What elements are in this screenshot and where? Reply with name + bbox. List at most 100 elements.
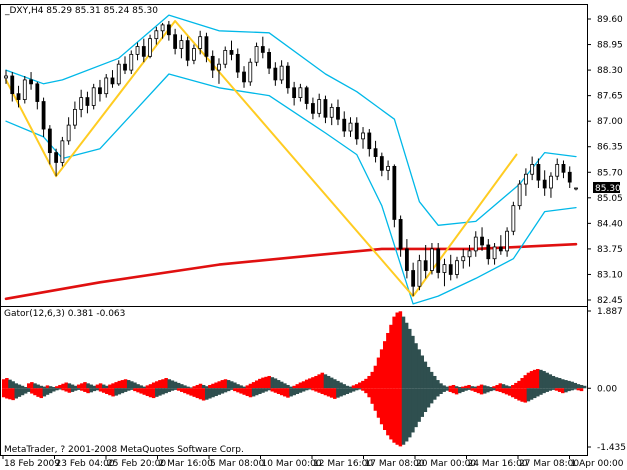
gator-lower-bar — [67, 388, 72, 393]
candle-body — [311, 103, 315, 114]
gator-upper-bar — [155, 381, 159, 389]
gator-upper-bar — [404, 322, 409, 389]
gator-upper-bar — [417, 349, 421, 389]
gator-upper-bar — [336, 380, 340, 389]
gator-lower-bar — [83, 388, 87, 392]
candle-body — [505, 230, 509, 252]
gator-lower-bar — [270, 388, 275, 392]
gator-lower-bar — [251, 388, 256, 397]
time-x-axis: 18 Feb 200923 Feb 04:0025 Feb 20:002 Mar… — [2, 455, 624, 469]
price-tick-label: 86.35 — [597, 143, 623, 153]
current-price-tag: 85.30 — [593, 181, 621, 194]
copyright-watermark: MetaTrader, ? 2001-2008 MetaQuotes Softw… — [4, 445, 244, 455]
gator-upper-bar — [164, 378, 168, 389]
gator-lower-bar — [379, 388, 384, 425]
gator-lower-bar — [33, 388, 37, 396]
gator-lower-bar — [498, 388, 503, 392]
gator-upper-bar — [170, 380, 175, 389]
gator-lower-bar — [42, 388, 47, 397]
gator-lower-bar — [261, 388, 265, 393]
gator-upper-bar — [339, 382, 343, 389]
gator-lower-bar — [70, 388, 75, 392]
gator-lower-bar — [164, 388, 168, 394]
gator-lower-bar — [233, 388, 237, 392]
gator-upper-bar — [333, 379, 337, 389]
gator-upper-bar — [101, 384, 106, 389]
candle — [116, 60, 121, 86]
candle — [392, 164, 397, 228]
gator-lower-bar — [398, 388, 403, 447]
x-tick-label: 25 Feb 20:00 — [107, 459, 166, 469]
candle-body — [210, 55, 215, 71]
gator-upper-bar — [526, 372, 531, 389]
gator-upper-bar — [398, 311, 403, 389]
gator-upper-bar — [495, 384, 499, 389]
gator-upper-bar — [329, 377, 334, 389]
candle-body — [442, 264, 447, 273]
gator-lower-bar — [114, 388, 118, 396]
gator-lower-bar — [214, 388, 218, 397]
candle-body — [60, 140, 65, 163]
gator-upper-bar — [105, 385, 109, 389]
gator-lower-bar — [557, 388, 562, 392]
gator-upper-bar — [304, 379, 309, 389]
gator-lower-bar — [36, 388, 40, 397]
gator-lower-bar — [176, 388, 181, 391]
gator-upper-bar — [392, 316, 396, 389]
price-tick-label: 83.10 — [597, 270, 623, 280]
candle — [254, 42, 259, 67]
candle-body — [398, 219, 403, 250]
gator-upper-bar — [395, 312, 400, 389]
gator-header: Gator(12,6,3) 0.381 -0.063 — [4, 309, 125, 319]
gator-lower-bar — [358, 388, 362, 390]
gator-lower-bar — [304, 388, 309, 391]
gator-lower-bar — [514, 388, 518, 399]
gator-lower-bar — [183, 388, 187, 394]
gator-upper-bar — [80, 383, 84, 389]
gator-upper-bar — [151, 382, 156, 389]
price-panel-frame — [0, 4, 588, 307]
gator-lower-bar — [436, 388, 440, 397]
gator-upper-bar — [414, 343, 418, 389]
gator-upper-bar — [439, 383, 443, 389]
candle-body — [361, 132, 365, 140]
gator-upper-bar — [136, 384, 140, 389]
gator-lower-bar — [55, 388, 59, 391]
gator-upper-bar — [14, 383, 19, 389]
gator-lower-bar — [373, 388, 378, 411]
gator-upper-bar — [445, 386, 449, 389]
gator-lower-bar — [286, 388, 290, 398]
gator-upper-bar — [320, 372, 325, 389]
gator-upper-bar — [364, 378, 368, 389]
gator-upper-bar — [114, 382, 118, 389]
gator-lower-bar — [130, 388, 134, 390]
gator-lower-bar — [383, 388, 387, 431]
gator-upper-bar — [467, 384, 471, 389]
chart-canvas[interactable]: 89.60 88.95 88.30 87.65 87.00 86.35 85.70 85.05… — [0, 0, 627, 470]
gator-tick-label: 0.00 — [597, 384, 617, 394]
gator-lower-bar — [507, 388, 512, 396]
gator-lower-bar — [254, 388, 259, 396]
gator-upper-bar — [98, 383, 103, 389]
candle-body — [373, 148, 378, 157]
gator-upper-bar — [11, 381, 15, 389]
price-y-axis: 89.60 88.95 88.30 87.65 87.00 86.35 85.70 85.05… — [587, 15, 623, 306]
gator-upper-bar — [423, 361, 428, 389]
candle-body — [141, 46, 146, 57]
gator-lower-bar — [470, 388, 474, 391]
gator-lower-bar — [351, 388, 356, 392]
price-tick-label: 84.40 — [597, 219, 623, 229]
gator-upper-bar — [489, 387, 493, 389]
gator-lower-bar — [320, 388, 325, 394]
gator-lower-bar — [548, 388, 553, 391]
gator-lower-bar — [64, 388, 68, 392]
candle-body — [66, 124, 71, 142]
gator-upper-bar — [326, 375, 331, 389]
gator-upper-bar — [120, 380, 125, 389]
gator-upper-bar — [317, 374, 321, 389]
candle — [104, 74, 109, 98]
gator-lower-bar — [151, 388, 156, 399]
gator-lower-bar — [23, 388, 28, 394]
gator-upper-bar — [261, 377, 265, 389]
gator-lower-bar — [536, 388, 540, 397]
